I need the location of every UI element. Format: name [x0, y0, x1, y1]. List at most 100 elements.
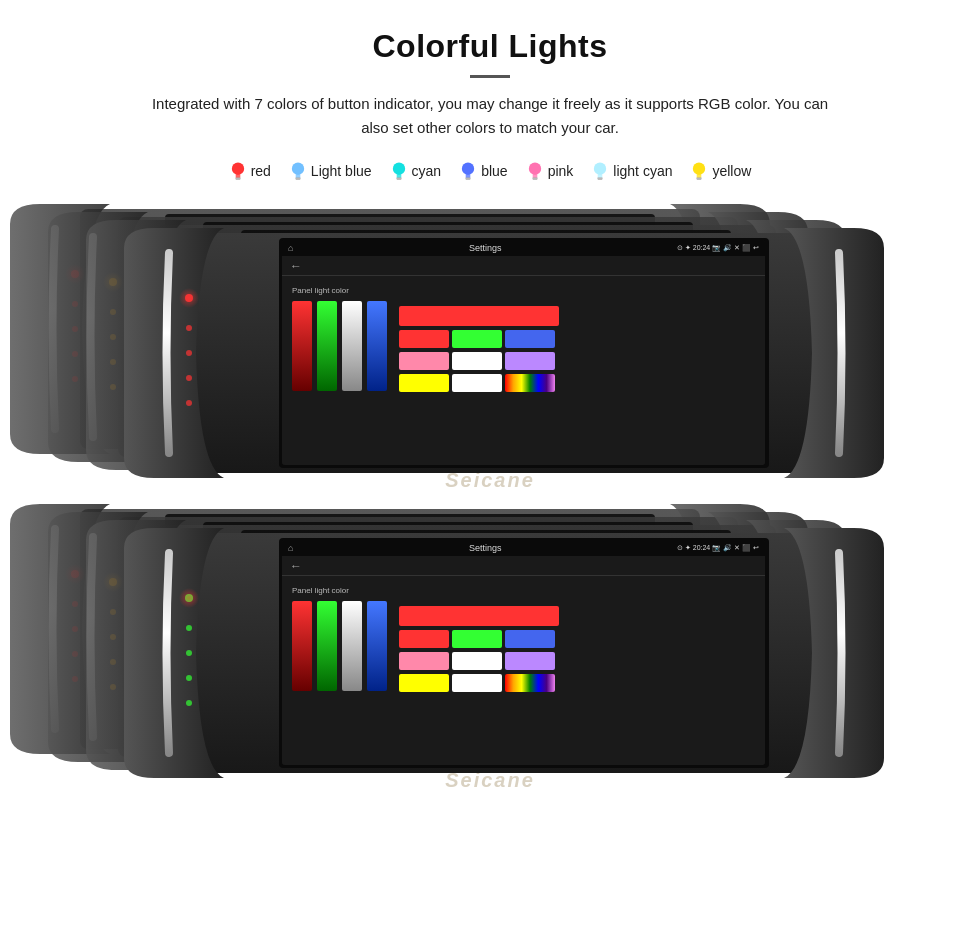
settings-title: Settings [469, 543, 502, 553]
svg-rect-17 [532, 174, 537, 178]
home-icon: ⌂ [288, 543, 293, 553]
swatch-pink [399, 352, 449, 370]
car-unit-3: ← ⌂ Settings ⊙ ✦ 20:24 📷 🔊 ✕ ⬛ ↩ ← Panel… [114, 518, 894, 788]
swatch-row-red [399, 606, 559, 626]
color-label-yellow: yellow [712, 163, 751, 179]
back-arrow[interactable]: ← [290, 259, 302, 273]
bar-green [317, 301, 337, 391]
swatch-row-4 [399, 674, 559, 692]
page: Colorful Lights Integrated with 7 colors… [0, 0, 980, 940]
swatch-white [452, 352, 502, 370]
svg-rect-15 [466, 179, 471, 180]
svg-point-57 [179, 288, 199, 308]
swatch-row-2 [399, 630, 559, 648]
swatch-row-red [399, 306, 559, 326]
swatches-section [399, 606, 559, 755]
svg-rect-6 [295, 178, 300, 179]
page-title: Colorful Lights [140, 28, 840, 65]
svg-point-96 [186, 675, 192, 681]
title-divider [470, 75, 510, 78]
svg-rect-1 [235, 174, 240, 178]
color-label-light-cyan: light cyan [613, 163, 672, 179]
svg-rect-22 [598, 178, 603, 179]
car-unit-3: ← ⌂ Settings ⊙ ✦ 20:24 📷 🔊 ✕ ⬛ ↩ ← Panel… [114, 218, 894, 488]
svg-point-59 [186, 350, 192, 356]
back-arrow[interactable]: ← [290, 559, 302, 573]
bar-white [342, 301, 362, 391]
bottom-unit-row: Seicane [0, 494, 980, 804]
bulb-icon-light-cyan [591, 160, 609, 182]
svg-rect-23 [598, 179, 603, 180]
bulb-icon-pink [526, 160, 544, 182]
color-item-blue: blue [459, 160, 507, 182]
svg-rect-18 [532, 178, 537, 179]
bulb-icon-Light-blue [289, 160, 307, 182]
bar-blue [367, 601, 387, 691]
swatch-white2 [452, 674, 502, 692]
color-item-red: red [229, 160, 271, 182]
color-bars [292, 601, 387, 691]
bar-red [292, 601, 312, 691]
swatch-white [452, 652, 502, 670]
bar-green [317, 601, 337, 691]
swatch-blue-s [505, 330, 555, 348]
svg-point-4 [292, 163, 304, 175]
svg-rect-7 [296, 179, 301, 180]
svg-rect-3 [235, 179, 240, 180]
svg-point-60 [186, 375, 192, 381]
swatch-purple [505, 352, 555, 370]
bulb-icon-cyan [390, 160, 408, 182]
svg-rect-21 [598, 174, 603, 178]
color-bars [292, 301, 387, 391]
color-label-red: red [251, 163, 271, 179]
swatch-green-s [452, 330, 502, 348]
color-bars-section: Panel light color [292, 286, 387, 455]
status-icons: ⊙ ✦ 20:24 📷 🔊 ✕ ⬛ ↩ [677, 244, 759, 252]
bar-red [292, 301, 312, 391]
screen-content: Panel light color [282, 576, 765, 765]
color-label-cyan: cyan [412, 163, 442, 179]
swatch-green-s [452, 630, 502, 648]
color-item-yellow: yellow [690, 160, 751, 182]
svg-rect-2 [235, 178, 240, 179]
svg-point-24 [693, 163, 705, 175]
svg-point-93 [179, 588, 199, 608]
swatch-row-3 [399, 352, 559, 370]
swatch-white2 [452, 374, 502, 392]
android-screen: ⌂ Settings ⊙ ✦ 20:24 📷 🔊 ✕ ⬛ ↩ ← Panel l… [282, 540, 765, 765]
panel-label: Panel light color [292, 586, 387, 595]
svg-rect-14 [465, 178, 470, 179]
color-label-blue: blue [481, 163, 507, 179]
swatch-rainbow [505, 374, 555, 392]
svg-rect-13 [466, 174, 471, 178]
svg-point-95 [186, 650, 192, 656]
color-bars-section: Panel light color [292, 586, 387, 755]
svg-rect-26 [697, 178, 702, 179]
svg-point-16 [528, 163, 540, 175]
svg-rect-11 [396, 179, 401, 180]
nav-bar: ← [282, 556, 765, 576]
svg-rect-25 [697, 174, 702, 178]
bulb-icon-red [229, 160, 247, 182]
status-icons: ⊙ ✦ 20:24 📷 🔊 ✕ ⬛ ↩ [677, 544, 759, 552]
bulb-icon-blue [459, 160, 477, 182]
top-unit-row: Seicane [0, 194, 980, 504]
svg-point-0 [231, 163, 243, 175]
svg-rect-19 [532, 179, 537, 180]
color-label-Light-blue: Light blue [311, 163, 372, 179]
swatches-section [399, 306, 559, 455]
swatch-blue-s [505, 630, 555, 648]
swatch-yellow [399, 674, 449, 692]
home-icon: ⌂ [288, 243, 293, 253]
bar-white [342, 601, 362, 691]
color-item-light-cyan: light cyan [591, 160, 672, 182]
svg-point-97 [186, 700, 192, 706]
status-bar: ⌂ Settings ⊙ ✦ 20:24 📷 🔊 ✕ ⬛ ↩ [282, 540, 765, 556]
bar-blue [367, 301, 387, 391]
swatch-row-2 [399, 330, 559, 348]
swatch-red-s [399, 630, 449, 648]
svg-point-12 [462, 163, 474, 175]
color-item-cyan: cyan [390, 160, 442, 182]
swatch-yellow [399, 374, 449, 392]
screen-content: Panel light color [282, 276, 765, 465]
